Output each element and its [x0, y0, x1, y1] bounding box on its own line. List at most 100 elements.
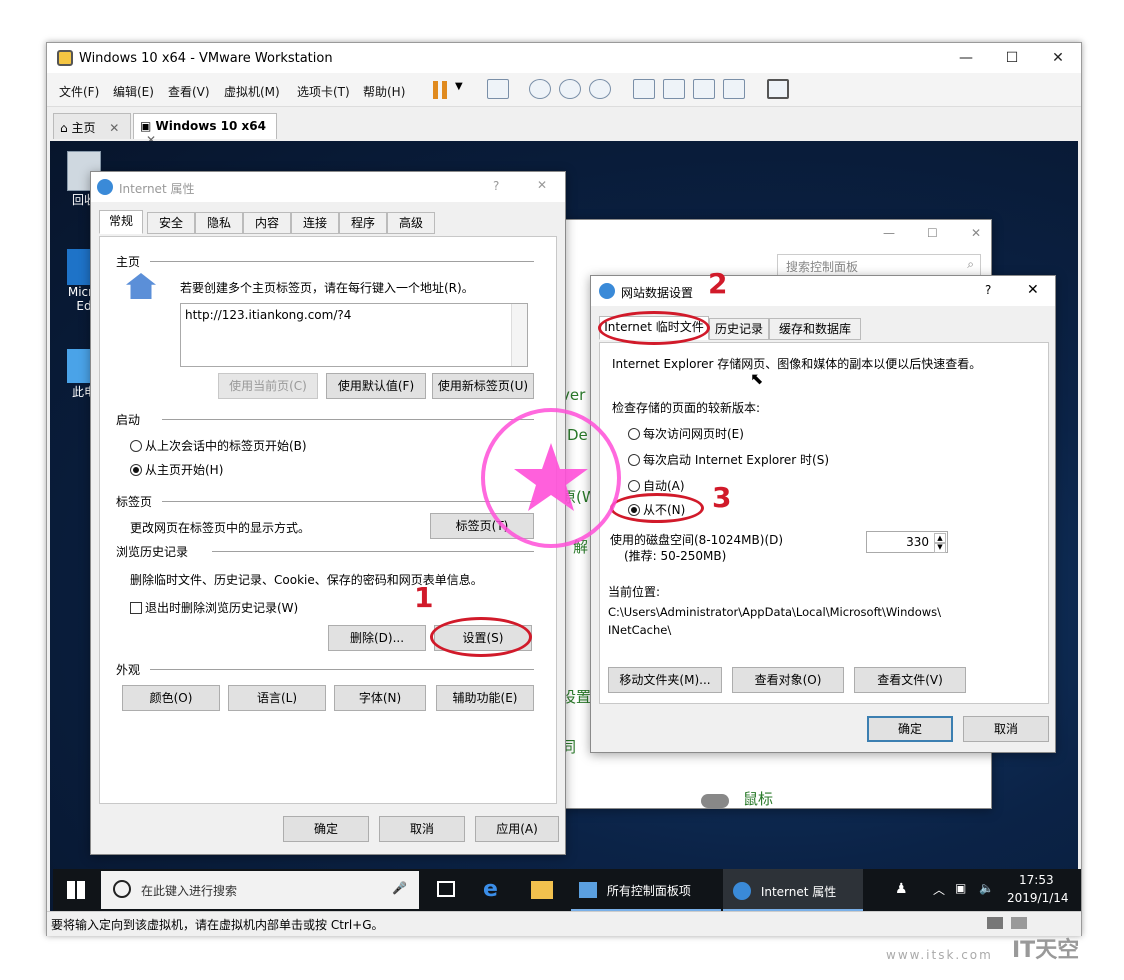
- start-windows-icon[interactable]: [67, 881, 85, 899]
- disk-space-spinner[interactable]: 330 ▲ ▼: [866, 531, 948, 553]
- dialog-close-button[interactable]: ✕: [1027, 282, 1039, 298]
- use-new-tab-button[interactable]: 使用新标签页(U): [432, 373, 534, 399]
- file-explorer-icon[interactable]: [531, 881, 553, 899]
- ie-settings-icon: [599, 283, 615, 299]
- colors-button[interactable]: 颜色(O): [122, 685, 220, 711]
- taskbar-item-label: Internet 属性: [760, 885, 837, 899]
- appearance-group-label: 外观: [116, 663, 141, 677]
- edge-taskbar-icon[interactable]: e: [483, 877, 498, 902]
- home-url-input[interactable]: http://123.itiankong.com/?4: [180, 303, 528, 367]
- cancel-button[interactable]: 取消: [963, 716, 1049, 742]
- vm-icon: ▣: [140, 119, 152, 133]
- delete-on-exit-checkbox[interactable]: 退出时删除浏览历史记录(W): [130, 599, 298, 616]
- task-view-icon[interactable]: [437, 881, 455, 897]
- view-objects-button[interactable]: 查看对象(O): [732, 667, 844, 693]
- radio-every-start[interactable]: 每次启动 Internet Explorer 时(S): [628, 451, 829, 468]
- show-hidden-icons-chevron-icon[interactable]: ︿: [933, 881, 945, 898]
- tabs-group-label: 标签页: [116, 495, 153, 509]
- startup-radio-last-session[interactable]: 从上次会话中的标签页开始(B): [130, 437, 307, 454]
- fonts-button[interactable]: 字体(N): [334, 685, 426, 711]
- cp-search-box[interactable]: 搜索控制面板 ⌕: [777, 254, 981, 276]
- network-icon[interactable]: ▣: [955, 881, 966, 895]
- ok-button[interactable]: 确定: [867, 716, 953, 742]
- tab-advanced[interactable]: 高级: [387, 212, 435, 234]
- cp-mouse-link[interactable]: 鼠标: [743, 788, 773, 809]
- taskbar-item-control-panel[interactable]: 所有控制面板项: [571, 869, 721, 911]
- fit-guest-icon[interactable]: [663, 79, 685, 99]
- cortana-circle-icon: [113, 880, 131, 898]
- delete-history-button[interactable]: 删除(D)...: [328, 625, 426, 651]
- taskbar-search-box[interactable]: 在此键入进行搜索 🎤: [101, 871, 419, 909]
- accessibility-button[interactable]: 辅助功能(E): [436, 685, 534, 711]
- cp-close-icon[interactable]: ✕: [971, 226, 981, 240]
- disk-space-value: 330: [906, 535, 929, 549]
- people-icon[interactable]: ♟: [895, 881, 908, 897]
- vmware-app-icon: [57, 50, 73, 66]
- clock-date[interactable]: 2019/1/14: [1007, 891, 1069, 905]
- revert-snapshot-icon[interactable]: [559, 79, 581, 99]
- tab-history[interactable]: 历史记录: [709, 318, 769, 340]
- apply-button[interactable]: 应用(A): [475, 816, 559, 842]
- guest-desktop[interactable]: 回收 Micro Ed 此电 — ☐ ✕ 搜索控制面板 ⌕ ver De 原(W…: [50, 141, 1081, 911]
- dialog-title-bar: Internet 属性 ? ✕: [91, 172, 565, 202]
- device-icon[interactable]: [1011, 917, 1027, 929]
- ok-button[interactable]: 确定: [283, 816, 369, 842]
- tab-close-icon[interactable]: ✕: [109, 121, 119, 135]
- radio-every-visit[interactable]: 每次访问网页时(E): [628, 425, 744, 442]
- use-current-button[interactable]: 使用当前页(C): [218, 373, 318, 399]
- tab-programs[interactable]: 程序: [339, 212, 387, 234]
- textarea-scrollbar[interactable]: [511, 304, 527, 366]
- tab-caches-databases[interactable]: 缓存和数据库: [769, 318, 861, 340]
- use-default-button[interactable]: 使用默认值(F): [326, 373, 426, 399]
- startup-radio-home[interactable]: 从主页开始(H): [130, 461, 223, 478]
- window-title: Windows 10 x64 - VMware Workstation: [79, 51, 333, 66]
- minimize-button[interactable]: —: [943, 43, 989, 73]
- cp-minimize-icon[interactable]: —: [883, 226, 895, 240]
- volume-icon[interactable]: 🔈: [979, 881, 994, 895]
- tab-privacy[interactable]: 隐私: [195, 212, 243, 234]
- current-location-path-2: INetCache\: [608, 623, 672, 637]
- snapshot-icon[interactable]: [529, 79, 551, 99]
- send-keys-icon[interactable]: [487, 79, 509, 99]
- tab-content[interactable]: 内容: [243, 212, 291, 234]
- tab-security[interactable]: 安全: [147, 212, 195, 234]
- cp-search-placeholder: 搜索控制面板: [786, 260, 859, 274]
- tab-general[interactable]: 常规: [99, 210, 143, 234]
- tab-home[interactable]: ⌂ 主页 ✕: [53, 113, 131, 139]
- move-folder-button[interactable]: 移动文件夹(M)...: [608, 667, 722, 693]
- help-button[interactable]: ?: [493, 179, 499, 193]
- menu-edit[interactable]: 编辑(E): [113, 83, 154, 100]
- disk-space-label: 使用的磁盘空间(8-1024MB)(D): [610, 533, 784, 547]
- view-files-button[interactable]: 查看文件(V): [854, 667, 966, 693]
- radio-automatic[interactable]: 自动(A): [628, 477, 685, 494]
- menu-help[interactable]: 帮助(H): [363, 83, 405, 100]
- clock-time[interactable]: 17:53: [1019, 873, 1054, 887]
- help-button[interactable]: ?: [985, 283, 991, 297]
- menu-tabs[interactable]: 选项卡(T): [297, 83, 350, 100]
- dialog-close-button[interactable]: ✕: [537, 178, 547, 192]
- maximize-button[interactable]: ☐: [989, 43, 1035, 73]
- library-view-icon[interactable]: [767, 79, 789, 99]
- full-screen-icon[interactable]: [693, 79, 715, 99]
- tab-connections[interactable]: 连接: [291, 212, 339, 234]
- divider: [150, 669, 534, 670]
- tab-vm[interactable]: ▣ Windows 10 x64 ✕: [133, 113, 277, 147]
- unity-icon[interactable]: [723, 79, 745, 99]
- console-view-icon[interactable]: [633, 79, 655, 99]
- pause-icon[interactable]: [433, 81, 447, 99]
- menu-vm[interactable]: 虚拟机(M): [224, 83, 280, 100]
- dropdown-arrow-icon[interactable]: ▼: [455, 81, 463, 92]
- spin-down-icon[interactable]: ▼: [934, 542, 946, 553]
- taskbar-item-internet-properties[interactable]: Internet 属性: [723, 869, 863, 911]
- menu-view[interactable]: 查看(V): [168, 83, 210, 100]
- cancel-button[interactable]: 取消: [379, 816, 465, 842]
- cp-maximize-icon[interactable]: ☐: [927, 226, 938, 240]
- microphone-icon[interactable]: 🎤: [392, 881, 407, 895]
- home-url-value: http://123.itiankong.com/?4: [185, 308, 352, 322]
- close-button[interactable]: ✕: [1035, 43, 1081, 73]
- tabs-description: 更改网页在标签页中的显示方式。: [130, 521, 311, 535]
- snapshot-manager-icon[interactable]: [589, 79, 611, 99]
- printer-icon[interactable]: [987, 917, 1003, 929]
- menu-file[interactable]: 文件(F): [59, 83, 99, 100]
- languages-button[interactable]: 语言(L): [228, 685, 326, 711]
